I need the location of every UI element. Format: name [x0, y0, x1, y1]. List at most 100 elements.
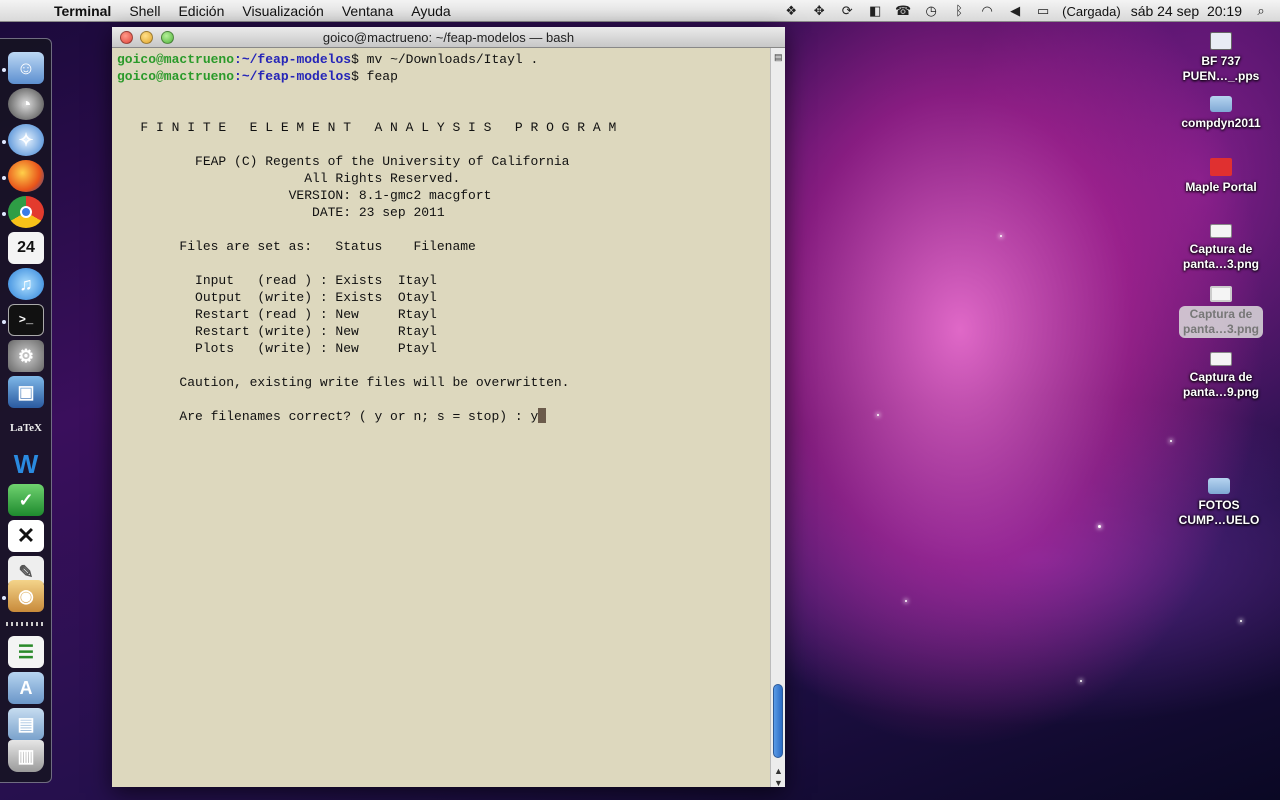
status-area: ❖ ✥ ⟳ ◧ ☎ ◷ ᛒ ◠ ◀ ▭ (Cargada) sáb 24 sep…: [782, 0, 1270, 22]
desktop-file-pps[interactable]: BF 737 PUEN…_.pps: [1166, 32, 1276, 84]
finder-icon[interactable]: ☺: [8, 52, 44, 84]
menu-app-terminal[interactable]: Terminal: [54, 3, 120, 19]
files-header: Files are set as: Status Filename: [117, 239, 476, 254]
scroll-down-arrow-icon[interactable]: ▼: [774, 778, 783, 788]
question-text: Are filenames correct? ( y or n; s = sto…: [117, 409, 539, 424]
text-cursor: [538, 408, 547, 423]
zoom-button[interactable]: [161, 31, 174, 44]
battery-status[interactable]: (Cargada): [1062, 4, 1121, 19]
running-indicator: [2, 68, 6, 72]
vertical-scrollbar[interactable]: ▤ ▲ ▼: [770, 48, 785, 788]
window-titlebar[interactable]: goico@mactrueno: ~/feap-modelos — bash: [112, 27, 785, 48]
safari-icon[interactable]: ✧: [8, 124, 44, 156]
desktop-screenshot-1[interactable]: Captura de panta…3.png: [1166, 224, 1276, 272]
phone-icon[interactable]: ☎: [894, 3, 912, 19]
terminal-output[interactable]: goico@mactrueno:~/feap-modelos$ mv ~/Dow…: [112, 48, 770, 787]
spotlight-search-icon[interactable]: ⌕: [1252, 3, 1270, 19]
prompt-user: goico@mactrueno: [117, 52, 235, 67]
desktop-screenshot-2[interactable]: Captura de panta…3.png: [1166, 286, 1276, 338]
running-indicator: [2, 176, 6, 180]
desktop-icon-label: FOTOS CUMP…UELO: [1178, 498, 1260, 527]
iphoto-icon[interactable]: ◉: [8, 580, 44, 612]
document-stack-icon[interactable]: ☰: [8, 636, 44, 668]
star: [877, 414, 879, 416]
running-indicator: [2, 212, 6, 216]
dropbox-icon[interactable]: ❖: [782, 3, 800, 19]
file-row: Plots (write) : New Ptayl: [117, 341, 437, 356]
trash-icon[interactable]: ▥: [8, 740, 44, 772]
desktop-icon-label: Captura de panta…3.png: [1182, 242, 1259, 271]
desktop-folder-compdyn[interactable]: compdyn2011: [1166, 96, 1276, 131]
desktop-icon-label: Maple Portal: [1185, 180, 1257, 194]
dashboard-icon[interactable]: ◔: [8, 88, 44, 120]
bluetooth-icon[interactable]: ᛒ: [950, 3, 968, 19]
extension-icon[interactable]: ✥: [810, 3, 828, 19]
firefox-icon[interactable]: [8, 160, 44, 192]
split-view-icon[interactable]: ▤: [774, 52, 783, 63]
rights-line: All Rights Reserved.: [117, 171, 461, 186]
scroll-thumb[interactable]: [773, 684, 783, 758]
itunes-icon[interactable]: ♫: [8, 268, 44, 300]
file-row: Output (write) : Exists Otayl: [117, 290, 437, 305]
x11-icon[interactable]: ✕: [8, 520, 44, 552]
dock: ☺ ◔ ✧ 24 ♫ >_ ⚙ ▣ LaTeX W ✓ ✕ ✎ ◉ ☰ A ▤ …: [0, 38, 52, 783]
system-preferences-icon[interactable]: ⚙: [8, 340, 44, 372]
menu-shell[interactable]: Shell: [120, 3, 169, 19]
time-machine-icon[interactable]: ◷: [922, 3, 940, 19]
window-title: goico@mactrueno: ~/feap-modelos — bash: [322, 30, 575, 45]
desktop-icon-label: Captura de panta…9.png: [1182, 370, 1259, 399]
folder-icon: [1208, 478, 1230, 494]
volume-icon[interactable]: ◀: [1006, 3, 1024, 19]
terminal-window: goico@mactrueno: ~/feap-modelos — bash g…: [112, 27, 785, 788]
prompt-question-line: Are filenames correct? ( y or n; s = sto…: [117, 408, 770, 425]
command-line: goico@mactrueno:~/feap-modelos$ feap: [117, 68, 770, 85]
prompt-user: goico@mactrueno: [117, 69, 235, 84]
star: [1170, 440, 1172, 442]
documents-folder-icon[interactable]: ▤: [8, 708, 44, 740]
terminal-icon[interactable]: >_: [8, 304, 44, 336]
star: [905, 600, 907, 602]
maple-icon: [1210, 158, 1232, 176]
latex-icon[interactable]: LaTeX: [8, 412, 44, 444]
checkmark-app-icon[interactable]: ✓: [8, 484, 44, 516]
desktop-screenshot-3[interactable]: Captura de panta…9.png: [1166, 352, 1276, 400]
menu-ventana[interactable]: Ventana: [333, 3, 402, 19]
star: [1080, 680, 1082, 682]
minimize-button[interactable]: [140, 31, 153, 44]
sync-icon[interactable]: ⟳: [838, 3, 856, 19]
chrome-icon[interactable]: [8, 196, 44, 228]
applications-folder-icon[interactable]: A: [8, 672, 44, 704]
word-icon[interactable]: W: [8, 448, 44, 480]
wifi-icon[interactable]: ◠: [978, 3, 996, 19]
scroll-up-arrow-icon[interactable]: ▲: [774, 766, 783, 776]
image-file-icon: [1210, 352, 1232, 366]
star: [1000, 235, 1002, 237]
image-file-icon: [1210, 286, 1232, 302]
copyright-line: FEAP (C) Regents of the University of Ca…: [117, 154, 570, 169]
desktop-icon-label: BF 737 PUEN…_.pps: [1182, 54, 1260, 83]
clock[interactable]: sáb 24 sep 20:19: [1131, 3, 1242, 19]
star: [1240, 620, 1242, 622]
ical-icon[interactable]: 24: [8, 232, 44, 264]
file-row: Restart (read ) : New Rtayl: [117, 307, 437, 322]
close-button[interactable]: [120, 31, 133, 44]
prompt-path: :~/feap-modelos: [234, 52, 352, 67]
date-line: DATE: 23 sep 2011: [117, 205, 445, 220]
feap-banner: F I N I T E E L E M E N T A N A L Y S I …: [117, 120, 617, 135]
menu-edicion[interactable]: Edición: [169, 3, 233, 19]
caution-line: Caution, existing write files will be ov…: [117, 375, 570, 390]
battery-icon[interactable]: ▭: [1034, 3, 1052, 19]
running-indicator: [2, 596, 6, 600]
menu-bar: Terminal Shell Edición Visualización Ven…: [0, 0, 1280, 22]
desktop-folder-fotos[interactable]: FOTOS CUMP…UELO: [1164, 478, 1274, 528]
menu-ayuda[interactable]: Ayuda: [402, 3, 459, 19]
command-line: goico@mactrueno:~/feap-modelos$ mv ~/Dow…: [117, 51, 770, 68]
app-status-icon[interactable]: ◧: [866, 3, 884, 19]
running-indicator: [2, 140, 6, 144]
virtualbox-icon[interactable]: ▣: [8, 376, 44, 408]
command-text: $ feap: [351, 69, 398, 84]
star: [1098, 525, 1101, 528]
menu-visualizacion[interactable]: Visualización: [233, 3, 332, 19]
ical-day: 24: [17, 239, 35, 256]
desktop-maple-portal[interactable]: Maple Portal: [1166, 158, 1276, 195]
